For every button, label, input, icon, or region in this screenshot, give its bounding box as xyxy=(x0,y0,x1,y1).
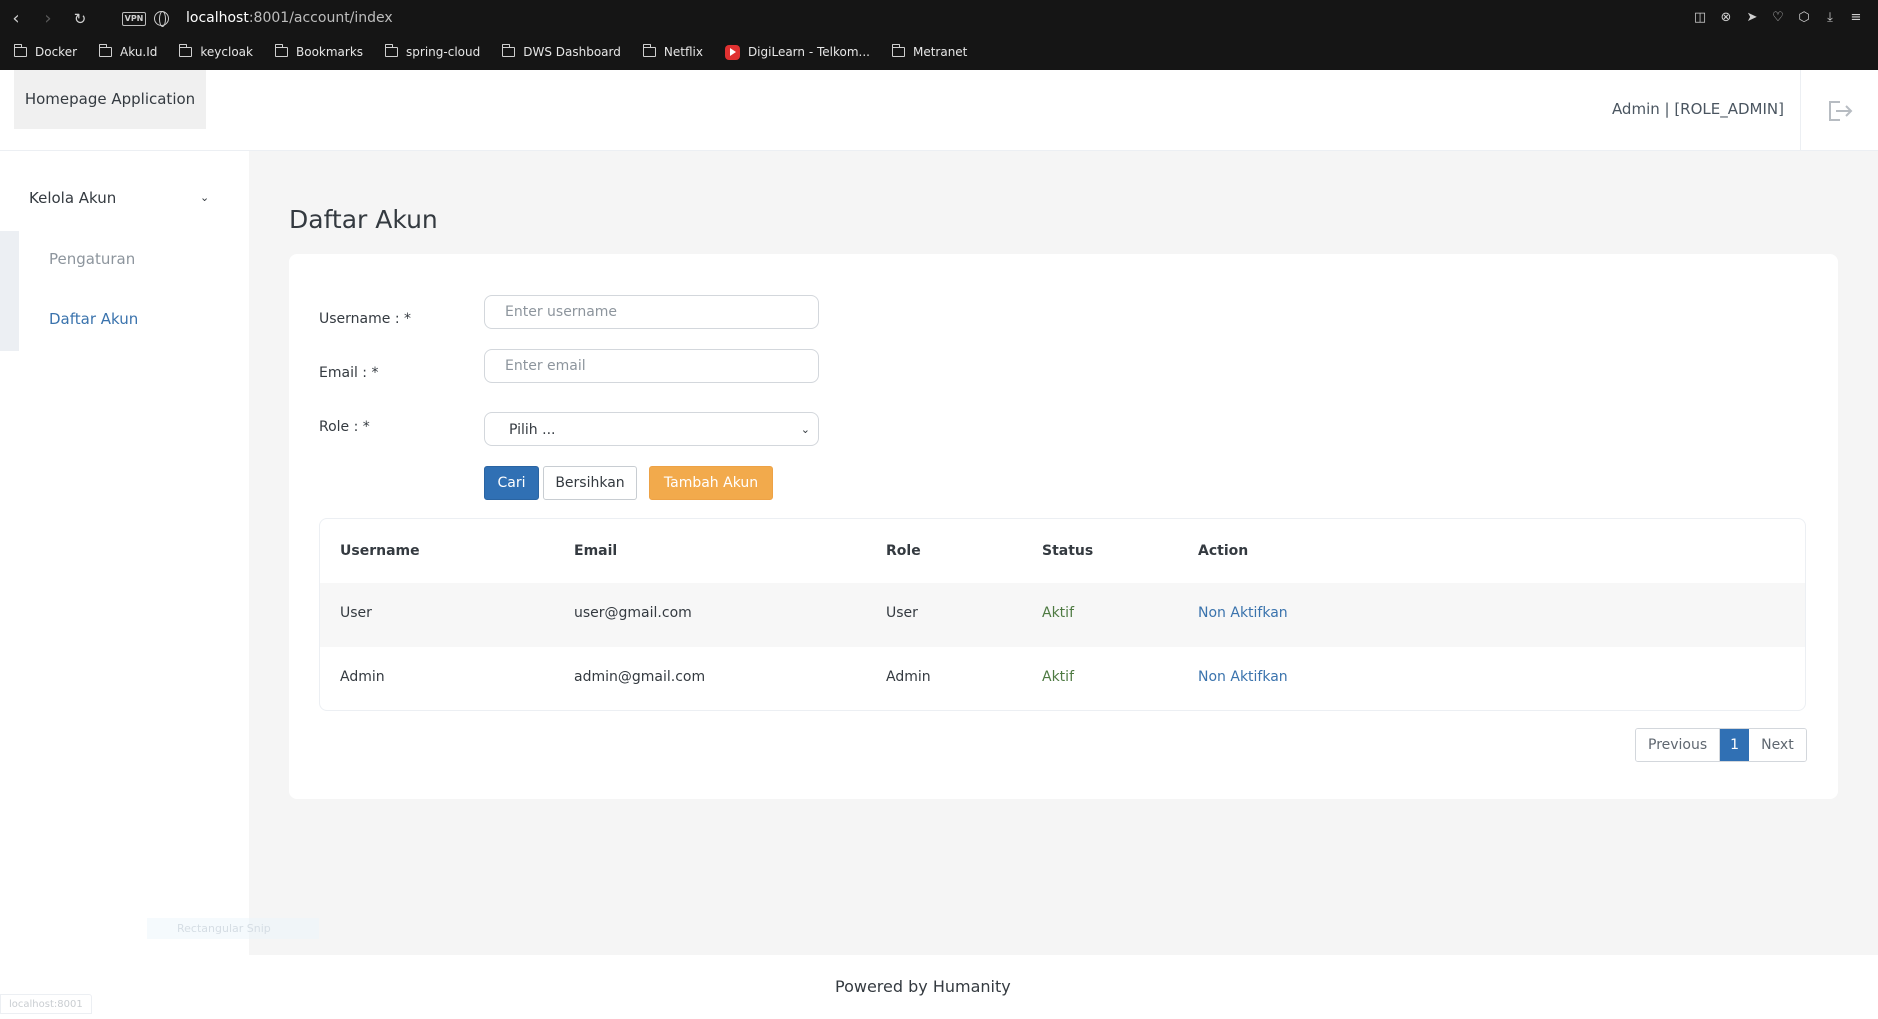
cell-email: user@gmail.com xyxy=(574,605,692,621)
sidebar-group-kelola-akun[interactable]: Kelola Akun xyxy=(29,189,219,207)
current-page-button[interactable]: 1 xyxy=(1720,729,1750,761)
next-page-button[interactable]: Next xyxy=(1749,729,1806,761)
bookmark-label: Bookmarks xyxy=(296,45,364,59)
vpn-badge[interactable]: VPN xyxy=(122,12,146,26)
username-input[interactable] xyxy=(484,295,819,329)
url-path: :8001/account/index xyxy=(248,10,393,26)
heart-icon[interactable]: ♡ xyxy=(1770,10,1786,26)
accounts-table: Username Email Role Status Action User u… xyxy=(319,518,1806,711)
search-card: Username : * Email : * Role : * Pilih ..… xyxy=(289,254,1838,799)
bookmark-label: keycloak xyxy=(200,45,253,59)
folder-icon xyxy=(14,44,27,57)
column-header-status: Status xyxy=(1042,543,1094,559)
chevron-down-icon[interactable]: ⌄ xyxy=(200,191,210,204)
bookmark-aku-id[interactable]: Aku.Id xyxy=(99,44,158,59)
email-input[interactable] xyxy=(484,349,819,383)
footer-text: Powered by Humanity xyxy=(835,977,1011,996)
role-label: Role : * xyxy=(319,419,370,435)
previous-page-button[interactable]: Previous xyxy=(1636,729,1721,761)
address-bar[interactable]: localhost:8001/account/index xyxy=(186,10,393,26)
status-bar-url: localhost:8001 xyxy=(0,994,92,1014)
bookmarks-bar: Docker Aku.Id keycloak Bookmarks spring-… xyxy=(0,40,989,64)
status-badge: Aktif xyxy=(1042,605,1074,621)
role-selected-value: Pilih ... xyxy=(509,422,556,438)
column-header-role: Role xyxy=(886,543,921,559)
table-row: Admin admin@gmail.com Admin Aktif Non Ak… xyxy=(320,647,1805,710)
cell-email: admin@gmail.com xyxy=(574,669,706,685)
column-header-action: Action xyxy=(1198,543,1249,559)
app-header: Homepage Application Admin | [ROLE_ADMIN… xyxy=(0,70,1878,151)
page-title: Daftar Akun xyxy=(289,205,438,234)
browser-toolbar: ‹ › ↻ VPN localhost:8001/account/index ◫… xyxy=(0,0,1878,38)
reload-icon[interactable]: ↻ xyxy=(70,9,90,29)
send-icon[interactable]: ➤ xyxy=(1744,10,1760,26)
search-button[interactable]: Cari xyxy=(484,466,539,500)
bookmark-label: Docker xyxy=(35,45,78,59)
cell-role: User xyxy=(886,605,918,621)
column-header-email: Email xyxy=(574,543,618,559)
bookmark-spring-cloud[interactable]: spring-cloud xyxy=(385,44,481,59)
chevron-down-icon: ⌄ xyxy=(800,423,810,436)
username-label: Username : * xyxy=(319,311,411,327)
bookmark-label: DWS Dashboard xyxy=(523,45,621,59)
camera-icon[interactable]: ◫ xyxy=(1692,10,1708,26)
menu-icon[interactable]: ≡ xyxy=(1848,10,1864,26)
folder-icon xyxy=(99,44,113,57)
cell-username: Admin xyxy=(340,669,385,685)
bookmark-docker[interactable]: Docker xyxy=(14,44,78,59)
logout-icon xyxy=(1829,101,1853,121)
site-info-icon[interactable] xyxy=(154,11,169,27)
bookmark-bookmarks[interactable]: Bookmarks xyxy=(275,44,364,59)
folder-icon xyxy=(275,44,288,57)
adblock-icon[interactable]: ⊗ xyxy=(1718,10,1734,26)
bookmark-label: Aku.Id xyxy=(120,45,158,59)
deactivate-link[interactable]: Non Aktifkan xyxy=(1198,669,1288,685)
folder-icon xyxy=(891,44,905,57)
table-row: User user@gmail.com User Aktif Non Aktif… xyxy=(320,583,1805,647)
folder-icon xyxy=(642,44,656,57)
bookmark-keycloak[interactable]: keycloak xyxy=(179,44,253,59)
box-icon[interactable]: ⬡ xyxy=(1796,10,1812,26)
pagination: Previous 1 Next xyxy=(1635,728,1807,762)
footer: Powered by Humanity xyxy=(0,955,1878,1019)
bookmark-netflix[interactable]: Netflix xyxy=(642,44,703,59)
browser-chrome: ‹ › ↻ VPN localhost:8001/account/index ◫… xyxy=(0,0,1878,70)
bookmark-label: DigiLearn - Telkom... xyxy=(747,45,870,59)
folder-icon xyxy=(502,44,516,57)
bookmark-digilearn[interactable]: DigiLearn - Telkom... xyxy=(724,44,870,60)
cell-username: User xyxy=(340,605,372,621)
bookmark-label: Metranet xyxy=(912,45,968,59)
bookmark-label: Netflix xyxy=(663,45,703,59)
sidebar-active-indicator xyxy=(0,231,19,351)
brand-title[interactable]: Homepage Application xyxy=(14,70,206,129)
folder-icon xyxy=(179,44,193,57)
user-info: Admin | [ROLE_ADMIN] xyxy=(1611,100,1784,118)
forward-icon[interactable]: › xyxy=(38,9,58,29)
back-icon[interactable]: ‹ xyxy=(6,9,26,29)
ghost-tooltip: Rectangular Snip xyxy=(147,918,319,939)
url-host: localhost xyxy=(186,10,249,26)
sidebar-item-pengaturan[interactable]: Pengaturan xyxy=(49,250,135,268)
bookmark-label: spring-cloud xyxy=(406,45,481,59)
sidebar: Kelola Akun ⌄ Pengaturan Daftar Akun xyxy=(0,151,249,955)
add-account-button[interactable]: Tambah Akun xyxy=(649,466,773,500)
youtube-icon xyxy=(724,44,740,60)
email-label: Email : * xyxy=(319,365,379,381)
role-select[interactable]: Pilih ... ⌄ xyxy=(484,412,819,446)
download-icon[interactable]: ⤓ xyxy=(1822,10,1838,26)
bookmark-dws-dashboard[interactable]: DWS Dashboard xyxy=(502,44,621,59)
deactivate-link[interactable]: Non Aktifkan xyxy=(1198,605,1288,621)
column-header-username: Username xyxy=(340,543,420,559)
logout-button[interactable] xyxy=(1800,70,1878,151)
browser-actions: ◫ ⊗ ➤ ♡ ⬡ ⤓ ≡ xyxy=(1692,10,1864,26)
folder-icon xyxy=(385,44,399,57)
cell-role: Admin xyxy=(886,669,931,685)
clear-button[interactable]: Bersihkan xyxy=(543,466,637,500)
status-badge: Aktif xyxy=(1042,669,1074,685)
bookmark-metranet[interactable]: Metranet xyxy=(891,44,968,59)
sidebar-item-daftar-akun[interactable]: Daftar Akun xyxy=(49,310,138,328)
main-content: Daftar Akun Username : * Email : * Role … xyxy=(147,151,1878,955)
